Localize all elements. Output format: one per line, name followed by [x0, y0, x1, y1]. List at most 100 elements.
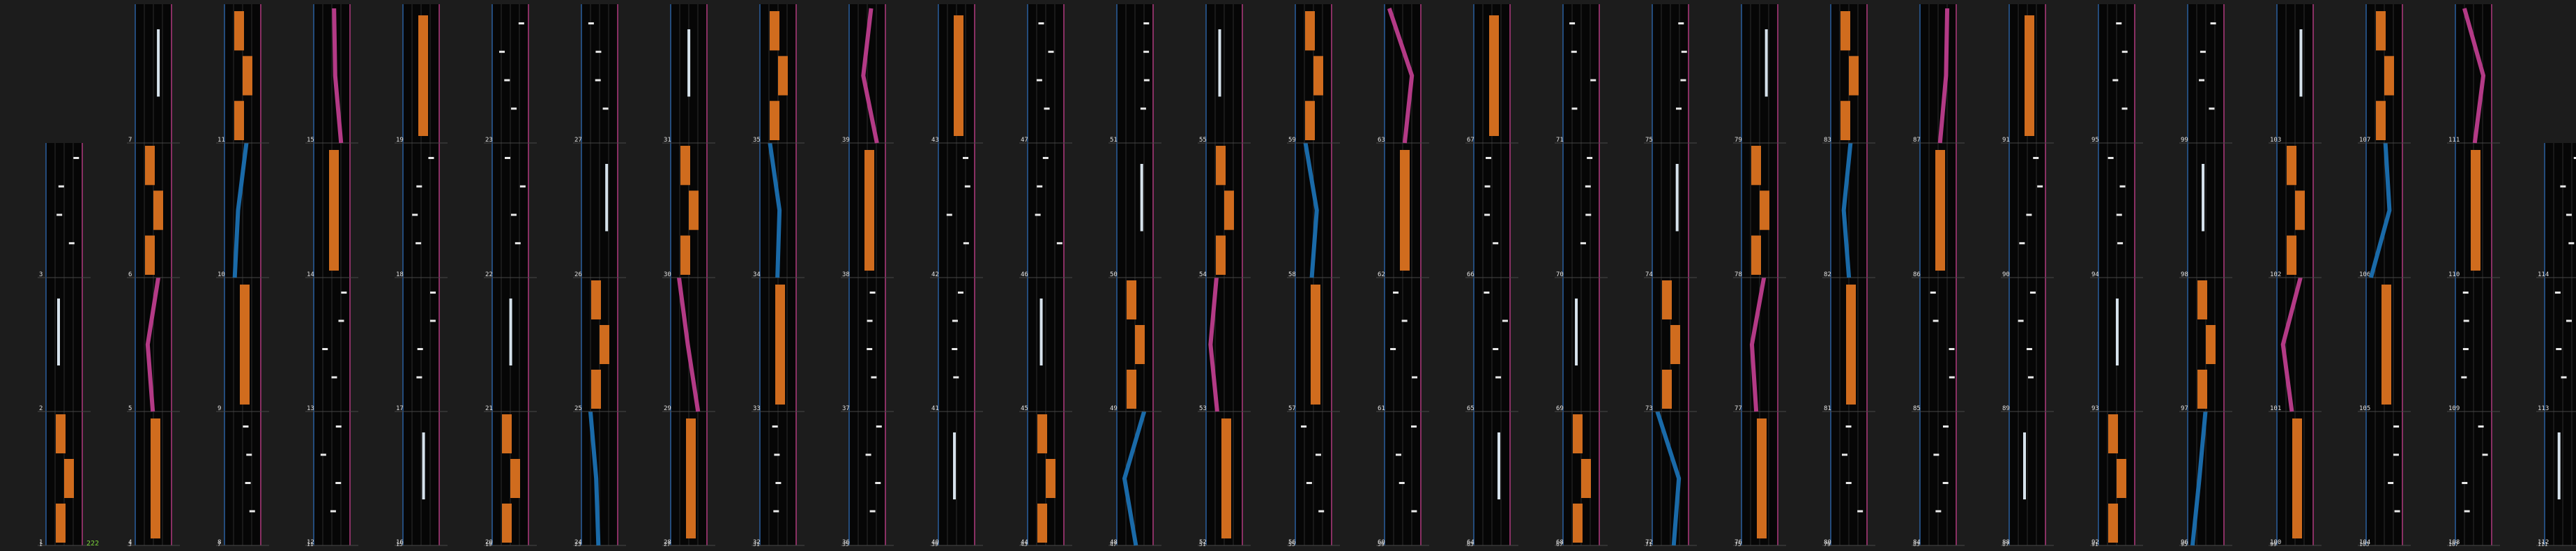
- hold-note: [2376, 11, 2386, 51]
- measure-number: 55: [1199, 137, 1207, 144]
- measure-number: 25: [574, 405, 582, 412]
- tap-note: [1585, 213, 1592, 216]
- tap-note: [773, 510, 779, 513]
- tap-note: [1585, 185, 1591, 188]
- measure-number: 29: [664, 405, 671, 412]
- measure-number: 82: [1824, 271, 1831, 278]
- column-bottom-label: 23: [574, 541, 581, 548]
- hold-note: [2376, 100, 2386, 140]
- flick-note: [1765, 29, 1768, 97]
- tap-note: [335, 482, 342, 484]
- measure-number: 39: [842, 137, 850, 144]
- tap-note: [1571, 50, 1577, 53]
- tap-note: [867, 319, 873, 322]
- tap-note: [249, 510, 255, 513]
- measure-number: 93: [2091, 405, 2099, 412]
- tap-note: [243, 425, 249, 428]
- hold-note: [778, 56, 788, 96]
- tap-note: [1493, 242, 1499, 245]
- tap-note: [1306, 482, 1312, 484]
- hold-note: [954, 15, 963, 136]
- tap-note: [1949, 376, 1955, 379]
- measure-number: 113: [2538, 405, 2549, 412]
- measure-number: 19: [396, 137, 404, 144]
- tap-note: [2561, 376, 2567, 379]
- tap-note: [430, 292, 436, 294]
- tap-note: [2463, 319, 2469, 322]
- column-bottom-label: 27: [664, 541, 671, 548]
- hold-note: [600, 325, 609, 364]
- hold-note: [2292, 418, 2302, 538]
- tap-note: [963, 242, 969, 245]
- hold-note: [775, 285, 785, 405]
- measure-number: 31: [664, 137, 671, 144]
- tap-note: [875, 482, 881, 484]
- measure-number: 67: [1467, 137, 1474, 144]
- measure-number: 61: [1378, 405, 1385, 412]
- tap-note: [505, 157, 511, 159]
- measure-number: 101: [2270, 405, 2281, 412]
- measure-number: 78: [1735, 271, 1742, 278]
- tap-note: [1569, 22, 1576, 24]
- tap-note: [1590, 79, 1596, 82]
- tap-note: [1140, 107, 1146, 110]
- tap-note: [2112, 79, 2119, 82]
- measure-number: 26: [574, 271, 582, 278]
- tap-note: [2200, 50, 2206, 53]
- hold-note: [56, 504, 66, 543]
- tap-note: [963, 157, 969, 159]
- tap-note: [1035, 213, 1041, 216]
- column-bottom-label: 63: [1467, 541, 1474, 548]
- hold-note: [145, 146, 155, 186]
- chart-viewport[interactable]: 1 2 3 1 4 5 6 7 3 8 9 10 11 7 12 13 14 15 11 16 17 18 19 15 20 21…: [0, 0, 2576, 548]
- tap-note: [1390, 348, 1396, 350]
- flick-note: [1218, 29, 1221, 97]
- tap-note: [1042, 157, 1049, 159]
- tap-note: [2388, 482, 2394, 484]
- tap-note: [68, 242, 75, 245]
- tap-note: [511, 107, 517, 110]
- tap-note: [412, 213, 418, 216]
- flick-note: [422, 432, 425, 499]
- tap-note: [2462, 482, 2468, 484]
- hold-note: [1757, 418, 1767, 538]
- tap-note: [1935, 510, 1942, 513]
- tap-note: [2121, 50, 2128, 53]
- tap-note: [1845, 482, 1852, 484]
- measure-number: 95: [2091, 137, 2099, 144]
- tap-note: [416, 185, 422, 188]
- tap-note: [1411, 510, 1417, 513]
- hold-note: [1037, 504, 1047, 543]
- combo-count: 222: [86, 540, 99, 548]
- hold-note: [1840, 100, 1850, 140]
- measure-number: 85: [1913, 405, 1921, 412]
- hold-note: [243, 56, 252, 96]
- measure-number: 30: [664, 271, 671, 278]
- flick-note: [2299, 29, 2303, 97]
- tap-note: [2394, 510, 2400, 513]
- tap-note: [2026, 348, 2032, 350]
- tap-note: [2209, 107, 2215, 110]
- hold-note: [2381, 285, 2391, 405]
- tap-note: [416, 242, 422, 245]
- tap-note: [428, 157, 434, 159]
- tap-note: [1949, 348, 1955, 350]
- tap-note: [964, 185, 970, 188]
- measure-number: 10: [218, 271, 225, 278]
- tap-note: [1301, 425, 1307, 428]
- column-bottom-label: 67: [1556, 541, 1563, 548]
- column-bottom-label: 39: [931, 541, 938, 548]
- tap-note: [2026, 213, 2032, 216]
- hold-note: [502, 414, 512, 453]
- measure-number: 107: [2359, 137, 2370, 144]
- column-bottom-label: 11: [307, 541, 314, 548]
- tap-note: [772, 425, 778, 428]
- measure-number: 86: [1913, 271, 1921, 278]
- tap-note: [331, 376, 337, 379]
- tap-note: [2462, 348, 2469, 350]
- tap-note: [1143, 79, 1150, 82]
- hold-note: [234, 100, 244, 140]
- tap-note: [1393, 292, 1399, 294]
- measure-number: 11: [218, 137, 225, 144]
- measure-number: 114: [2538, 271, 2549, 278]
